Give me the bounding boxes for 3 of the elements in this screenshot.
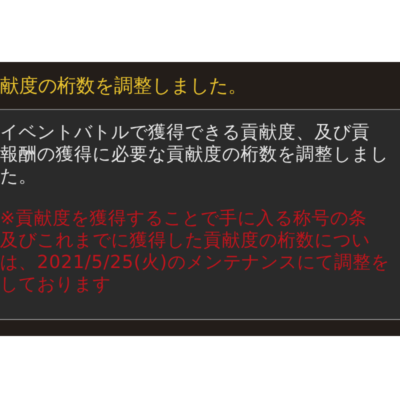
warning-note: ※貢献度を獲得することで手に入る称号の条 及びこれまでに獲得した貢献度の桁数につい は、2021/5/25(火)のメンテナンスにて調整を しております — [0, 208, 390, 296]
notice-text: イベントバトルで獲得できる貢献度、及び貢 報酬の獲得に必要な貢献度の桁数を調整しまし た。 — [0, 122, 390, 188]
notice-title: 献度の桁数を調整しました。 — [0, 74, 247, 96]
